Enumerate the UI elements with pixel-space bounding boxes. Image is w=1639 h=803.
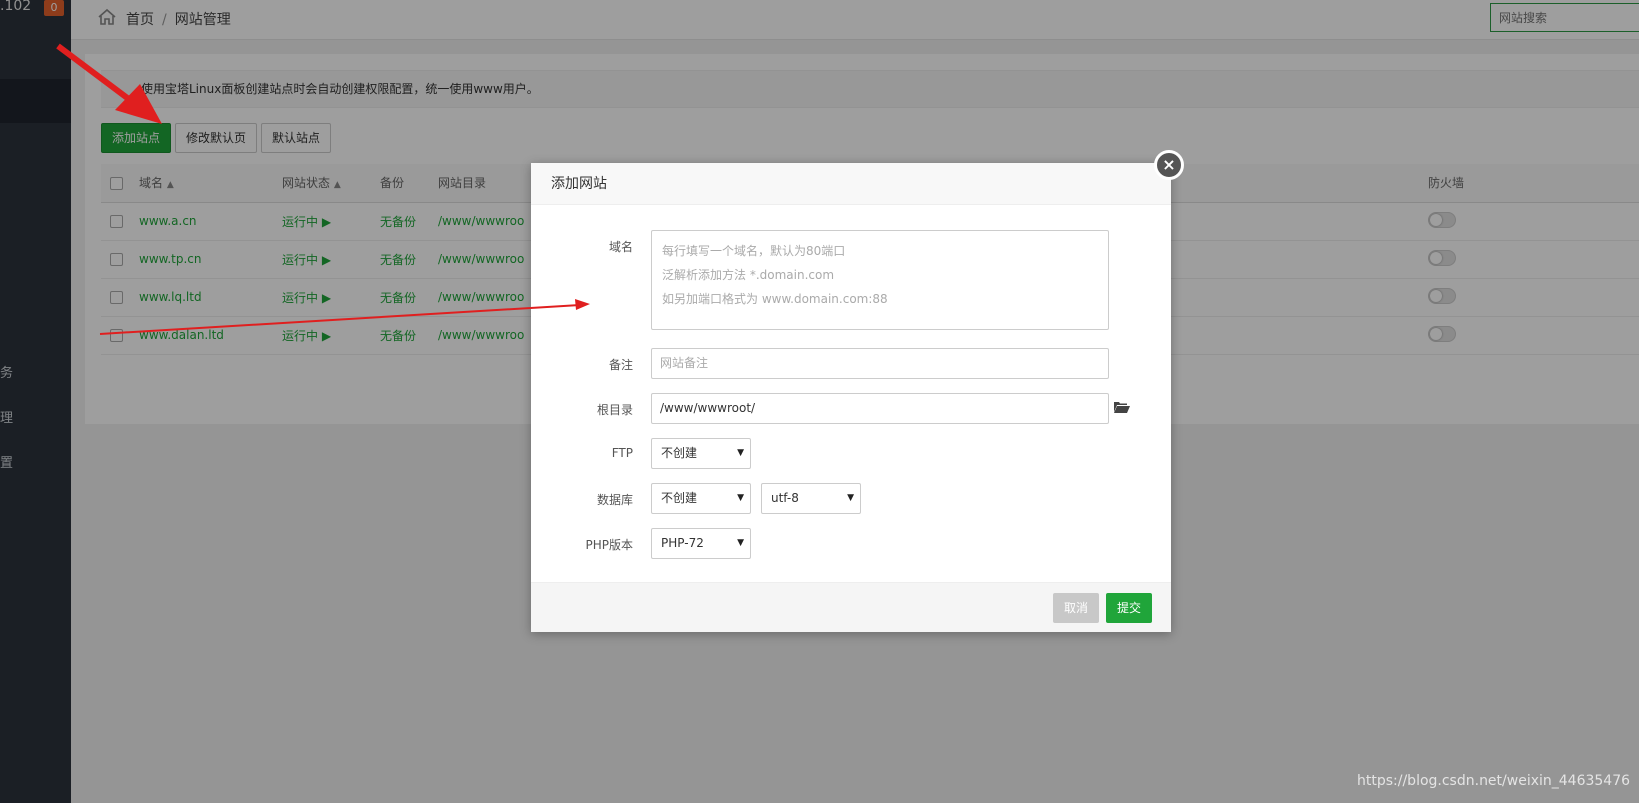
remark-label: 备注 <box>608 358 633 372</box>
ftp-select-value: 不创建 <box>661 446 698 460</box>
php-select-value: PHP-72 <box>661 536 704 550</box>
dialog-footer: 取消 提交 <box>531 582 1171 632</box>
close-icon[interactable]: × <box>1154 150 1184 180</box>
ftp-select[interactable]: 不创建 ▼ <box>651 438 751 469</box>
domain-textarea[interactable]: 每行填写一个域名，默认为80端口 泛解析添加方法 *.domain.com 如另… <box>651 230 1109 330</box>
database-select[interactable]: 不创建 ▼ <box>651 483 751 514</box>
cancel-button[interactable]: 取消 <box>1053 593 1100 623</box>
database-label: 数据库 <box>596 493 633 507</box>
chevron-down-icon: ▼ <box>847 493 854 503</box>
charset-select-value: utf-8 <box>771 491 799 505</box>
add-site-dialog: 添加网站 × 域名 每行填写一个域名，默认为80端口 泛解析添加方法 *.dom… <box>531 150 1184 632</box>
watermark: https://blog.csdn.net/weixin_44635476 <box>1357 773 1631 789</box>
php-version-select[interactable]: PHP-72 ▼ <box>651 528 751 559</box>
domain-label: 域名 <box>608 240 633 254</box>
dialog-title: 添加网站 <box>531 163 1171 205</box>
domain-placeholder-line: 每行填写一个域名，默认为80端口 <box>662 244 846 258</box>
chevron-down-icon: ▼ <box>737 538 744 548</box>
domain-placeholder-line: 泛解析添加方法 *.domain.com <box>662 268 835 282</box>
submit-button[interactable]: 提交 <box>1106 593 1153 623</box>
root-label: 根目录 <box>596 403 633 417</box>
chevron-down-icon: ▼ <box>737 448 744 458</box>
folder-open-icon[interactable] <box>1114 401 1130 413</box>
php-label: PHP版本 <box>585 538 634 552</box>
root-dir-input[interactable]: /www/wwwroot/ <box>651 393 1109 424</box>
domain-placeholder-line: 如另加端口格式为 www.domain.com:88 <box>662 292 888 306</box>
chevron-down-icon: ▼ <box>737 493 744 503</box>
charset-select[interactable]: utf-8 ▼ <box>761 483 861 514</box>
database-select-value: 不创建 <box>661 491 698 505</box>
ftp-label: FTP <box>611 446 633 460</box>
remark-input[interactable]: 网站备注 <box>651 348 1109 379</box>
